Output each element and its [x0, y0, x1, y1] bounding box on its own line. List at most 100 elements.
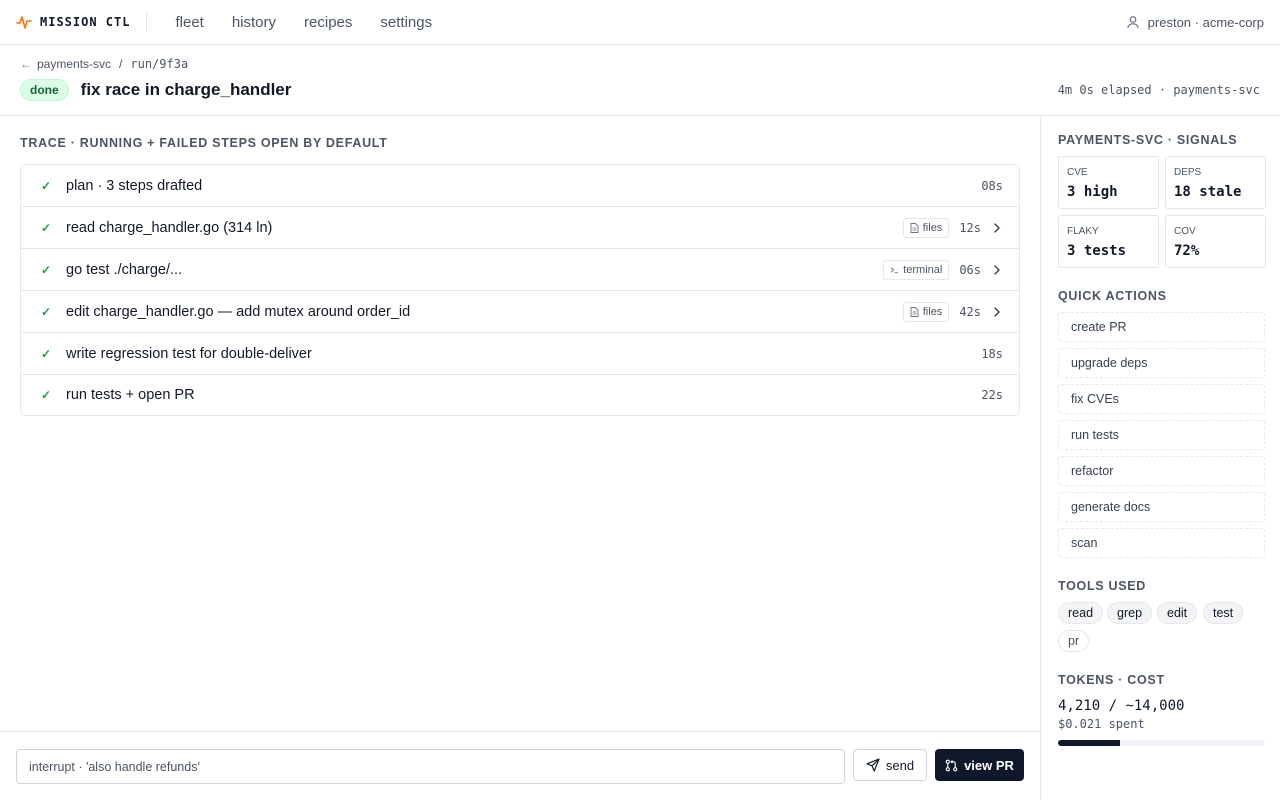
top-bar: MISSION CTL fleet history recipes settings …: [0, 0, 1280, 45]
signal-value: 3 high: [1067, 184, 1118, 200]
trace-step-duration: 06s: [959, 262, 981, 277]
tool-tag: files: [902, 217, 950, 238]
trace-heading: TRACE · RUNNING + FAILED STEPS OPEN BY D…: [20, 136, 388, 150]
view-pr-button[interactable]: view PR: [935, 749, 1024, 781]
nav-recipes[interactable]: recipes: [304, 14, 352, 31]
tool-tag: terminal: [883, 259, 950, 280]
trace-step-duration: 42s: [959, 304, 981, 319]
divider: [146, 12, 148, 32]
tool-tag: files: [902, 301, 950, 322]
breadcrumb-separator: /: [119, 57, 123, 71]
tool-tag-label: files: [922, 221, 943, 234]
tool-tag-label: files: [922, 305, 943, 318]
chevron-right-icon[interactable]: [993, 222, 1003, 233]
signal-value: 18 stale: [1174, 184, 1242, 200]
tool-pill-edit: edit: [1157, 602, 1198, 624]
tool-pill-grep: grep: [1107, 602, 1153, 624]
user-label: preston · acme-corp: [1147, 14, 1264, 30]
file-icon: [910, 222, 919, 233]
breadcrumb-run: run/9f3a: [130, 57, 189, 71]
trace-step-meta: files 42s: [902, 291, 1003, 332]
trace-step-duration: 22s: [981, 388, 1003, 402]
token-budget-fill: [1058, 740, 1121, 746]
main-nav: fleet history recipes settings: [161, 14, 446, 31]
status-badge: done: [20, 79, 69, 101]
trace-step-meta: 08s: [981, 165, 1003, 206]
quick-action-create-pr[interactable]: create PR: [1058, 312, 1265, 342]
breadcrumb-repo[interactable]: payments-svc: [37, 57, 111, 71]
signal-key: DEPS: [1174, 167, 1202, 178]
elapsed-time: 4m 0s elapsed · payments-svc: [1057, 83, 1260, 97]
title-row: done fix race in charge_handler: [20, 79, 291, 101]
quick-action-upgrade-deps[interactable]: upgrade deps: [1058, 348, 1265, 378]
check-icon: ✓: [41, 388, 52, 402]
nav-history[interactable]: history: [232, 14, 276, 31]
trace-step[interactable]: ✓ go test ./charge/... terminal 06s: [21, 249, 1019, 291]
chevron-right-icon[interactable]: [993, 306, 1003, 317]
send-label: send: [885, 757, 915, 773]
trace-step-meta: 22s: [981, 375, 1003, 415]
trace-step-label: write regression test for double-deliver: [66, 345, 312, 362]
chevron-right-icon[interactable]: [993, 264, 1003, 275]
signal-value: 3 tests: [1067, 243, 1127, 259]
trace-step[interactable]: ✓ read charge_handler.go (314 ln) files 12s: [21, 207, 1019, 249]
sidebar: PAYMENTS-SVC · SIGNALS CVE 3 high DEPS 1…: [1040, 116, 1280, 800]
send-button[interactable]: send: [853, 749, 927, 781]
token-budget-bar: [1058, 740, 1265, 746]
signal-key: FLAKY: [1067, 226, 1099, 237]
nav-fleet[interactable]: fleet: [175, 14, 203, 31]
run-header: ← payments-svc / run/9f3a done fix race …: [0, 45, 1280, 116]
trace-step-label: run tests + open PR: [66, 387, 195, 403]
main-panel: TRACE · RUNNING + FAILED STEPS OPEN BY D…: [0, 116, 1040, 800]
trace-step: ✓ plan · 3 steps drafted 08s: [21, 165, 1019, 207]
tokens-heading: TOKENS · COST: [1058, 673, 1165, 687]
check-icon: ✓: [41, 220, 52, 235]
quick-actions-heading: QUICK ACTIONS: [1058, 289, 1167, 303]
trace-step-label: plan · 3 steps drafted: [66, 177, 203, 194]
git-pull-request-icon: [945, 759, 958, 771]
pulse-icon: [16, 16, 32, 29]
file-icon: [910, 306, 919, 317]
tool-pill-pr: pr: [1058, 630, 1090, 652]
quick-action-refactor[interactable]: refactor: [1058, 456, 1265, 486]
signal-cve[interactable]: CVE 3 high: [1058, 156, 1159, 209]
tools-heading: TOOLS USED: [1058, 579, 1147, 593]
quick-action-scan[interactable]: scan: [1058, 528, 1265, 558]
view-pr-label: view PR: [964, 757, 1014, 773]
quick-action-generate-docs[interactable]: generate docs: [1058, 492, 1265, 522]
page-title: fix race in charge_handler: [80, 80, 292, 99]
trace-step[interactable]: ✓ edit charge_handler.go — add mutex arou…: [21, 291, 1019, 333]
trace-step: ✓ write regression test for double-delive…: [21, 333, 1019, 375]
cost-spent: $0.021 spent: [1058, 717, 1145, 731]
signals-heading: PAYMENTS-SVC · SIGNALS: [1058, 133, 1238, 147]
signal-key: CVE: [1067, 167, 1088, 178]
check-icon: ✓: [41, 178, 52, 193]
user-icon: [1126, 16, 1139, 29]
terminal-icon: [890, 266, 899, 273]
trace-step-list: ✓ plan · 3 steps drafted 08s ✓ read charge_h…: [20, 164, 1020, 416]
trace-step-meta: terminal 06s: [883, 249, 1003, 290]
breadcrumb: ← payments-svc / run/9f3a: [20, 57, 188, 71]
quick-action-run-tests[interactable]: run tests: [1058, 420, 1265, 450]
user-menu[interactable]: preston · acme-corp: [1126, 0, 1264, 44]
trace-step: ✓ run tests + open PR 22s: [21, 375, 1019, 415]
send-icon: [866, 758, 880, 772]
back-arrow-icon[interactable]: ←: [20, 57, 32, 71]
signal-coverage[interactable]: COV 72%: [1165, 215, 1266, 268]
trace-step-label: go test ./charge/...: [66, 261, 183, 278]
signal-value: 72%: [1174, 243, 1200, 259]
trace-step-duration: 08s: [981, 178, 1003, 193]
nav-settings[interactable]: settings: [380, 14, 432, 31]
trace-step-label: edit charge_handler.go — add mutex aroun…: [66, 303, 411, 320]
quick-action-fix-cves[interactable]: fix CVEs: [1058, 384, 1265, 414]
tool-pill-read: read: [1058, 602, 1104, 624]
check-icon: ✓: [41, 262, 52, 277]
trace-step-duration: 12s: [959, 220, 981, 235]
interrupt-input[interactable]: [16, 749, 845, 784]
signal-deps[interactable]: DEPS 18 stale: [1165, 156, 1266, 209]
signal-flaky[interactable]: FLAKY 3 tests: [1058, 215, 1159, 268]
check-icon: ✓: [41, 346, 52, 361]
signal-key: COV: [1174, 226, 1196, 237]
brand[interactable]: MISSION CTL: [16, 11, 130, 33]
trace-step-meta: 18s: [981, 333, 1003, 374]
